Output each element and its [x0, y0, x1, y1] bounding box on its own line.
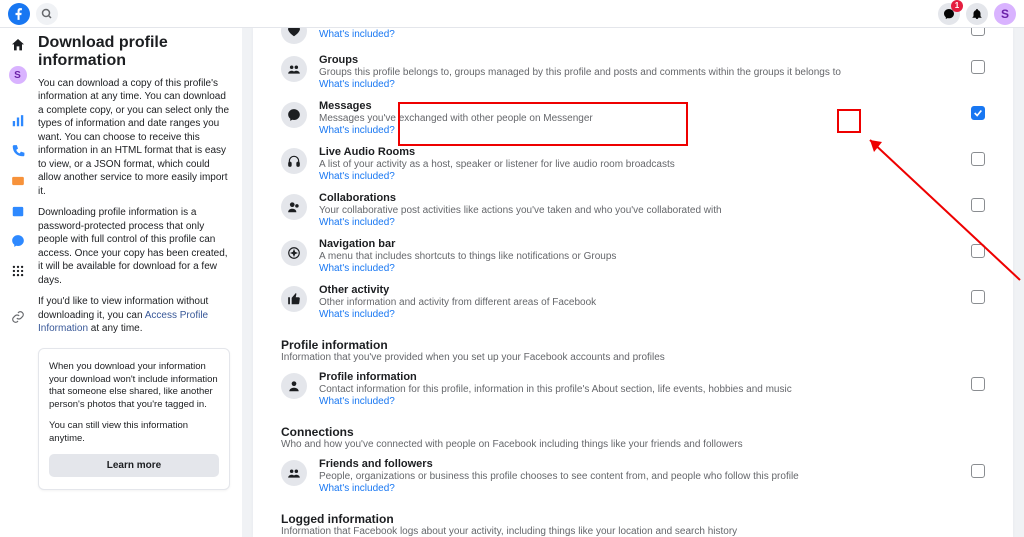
- left-panel: Download profile information You can dow…: [36, 28, 242, 537]
- messenger-rail-icon[interactable]: [9, 232, 27, 250]
- note-box: When you download your information your …: [38, 348, 230, 490]
- intro-p1: You can download a copy of this profile'…: [38, 77, 230, 199]
- person-icon: [281, 373, 307, 399]
- messenger-button[interactable]: 1: [938, 3, 960, 25]
- checkbox-other[interactable]: [971, 290, 985, 304]
- item-fundraisers: Fundraisers you've created, joined or do…: [281, 28, 985, 48]
- whats-included-link[interactable]: What's included?: [319, 79, 959, 90]
- checkbox-groups[interactable]: [971, 60, 985, 74]
- notifications-button[interactable]: [966, 3, 988, 25]
- friends-icon: [281, 460, 307, 486]
- item-navbar: Navigation bar A menu that includes shor…: [281, 232, 985, 278]
- groups-icon: [281, 56, 307, 82]
- people-icon: [281, 194, 307, 220]
- checkbox-profile-info[interactable]: [971, 377, 985, 391]
- whats-included-link[interactable]: What's included?: [319, 396, 959, 407]
- bar-chart-icon[interactable]: [9, 112, 27, 130]
- search-button[interactable]: [36, 3, 58, 25]
- item-friends: Friends and followers People, organizati…: [281, 452, 985, 498]
- item-other: Other activity Other information and act…: [281, 278, 985, 324]
- intro-p2: Downloading profile information is a pas…: [38, 206, 230, 287]
- checkbox-messages[interactable]: [971, 106, 985, 120]
- whats-included-link[interactable]: What's included?: [319, 483, 959, 494]
- section-profile-info: Profile information Information that you…: [281, 338, 985, 363]
- profile-avatar[interactable]: S: [994, 3, 1016, 25]
- messenger-icon: [281, 102, 307, 128]
- phone-icon[interactable]: [9, 142, 27, 160]
- checkbox-navbar[interactable]: [971, 244, 985, 258]
- item-groups: Groups Groups this profile belongs to, g…: [281, 48, 985, 94]
- main-area: Fundraisers you've created, joined or do…: [242, 28, 1024, 537]
- side-rail: S: [0, 28, 36, 537]
- checkbox-fundraisers[interactable]: [971, 28, 985, 36]
- heart-icon: [281, 28, 307, 44]
- whats-included-link[interactable]: What's included?: [319, 263, 959, 274]
- settings-card: Fundraisers you've created, joined or do…: [253, 28, 1013, 537]
- item-live-audio: Live Audio Rooms A list of your activity…: [281, 140, 985, 186]
- top-header: 1 S: [0, 0, 1024, 28]
- card-icon[interactable]: [9, 172, 27, 190]
- whats-included-link[interactable]: What's included?: [319, 125, 959, 136]
- nav-icon: [281, 240, 307, 266]
- checkbox-friends[interactable]: [971, 464, 985, 478]
- section-logged: Logged information Information that Face…: [281, 512, 985, 537]
- whats-included-link[interactable]: What's included?: [319, 29, 959, 40]
- whats-included-link[interactable]: What's included?: [319, 309, 959, 320]
- messenger-badge: 1: [951, 0, 963, 12]
- facebook-logo[interactable]: [8, 3, 30, 25]
- section-connections: Connections Who and how you've connected…: [281, 425, 985, 450]
- note-p1: When you download your information your …: [49, 361, 219, 412]
- item-collaborations: Collaborations Your collaborative post a…: [281, 186, 985, 232]
- grid-icon[interactable]: [9, 262, 27, 280]
- note-p2: You can still view this information anyt…: [49, 420, 219, 446]
- learn-more-button[interactable]: Learn more: [49, 454, 219, 477]
- calendar-icon[interactable]: [9, 202, 27, 220]
- home-icon[interactable]: [9, 36, 27, 54]
- checkbox-live-audio[interactable]: [971, 152, 985, 166]
- item-messages: Messages Messages you've exchanged with …: [281, 94, 985, 140]
- intro-p3: If you'd like to view information withou…: [38, 295, 230, 336]
- page-title: Download profile information: [38, 34, 230, 71]
- headphones-icon: [281, 148, 307, 174]
- whats-included-link[interactable]: What's included?: [319, 217, 959, 228]
- thumb-icon: [281, 286, 307, 312]
- checkbox-collaborations[interactable]: [971, 198, 985, 212]
- whats-included-link[interactable]: What's included?: [319, 171, 959, 182]
- rail-avatar[interactable]: S: [9, 66, 27, 84]
- item-profile-info: Profile information Contact information …: [281, 365, 985, 411]
- link-icon[interactable]: [9, 308, 27, 326]
